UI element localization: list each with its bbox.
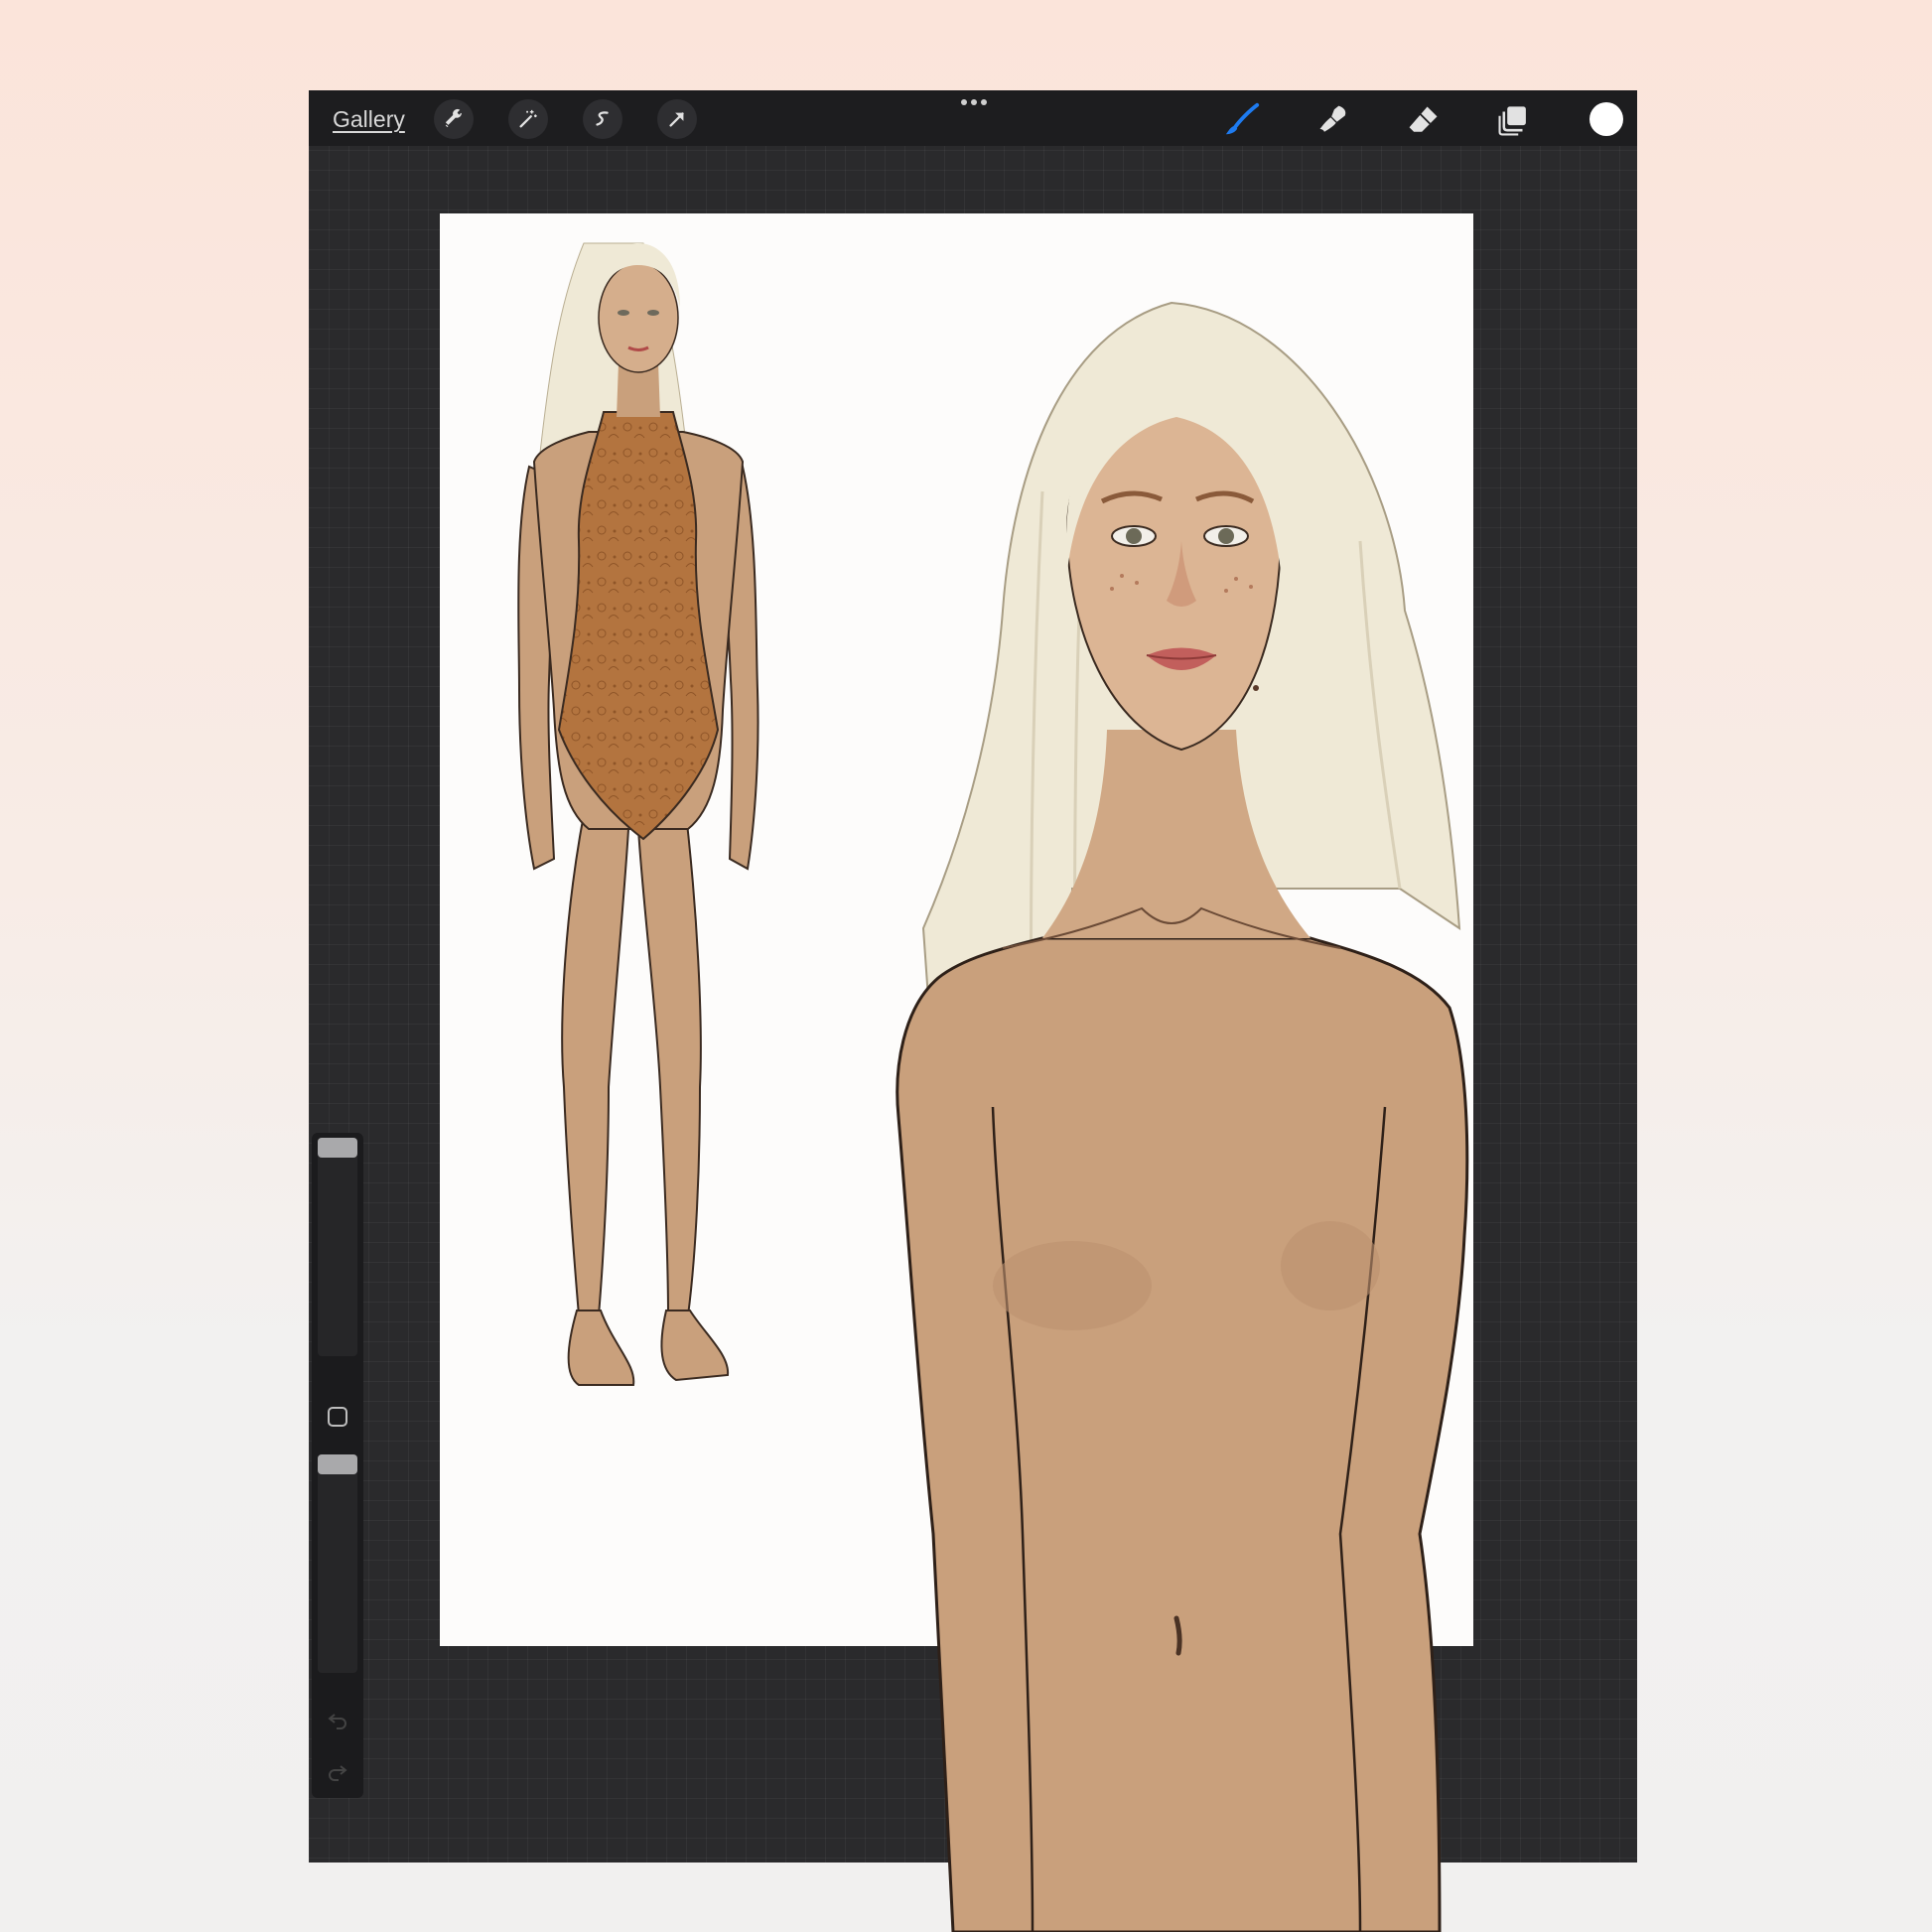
brush-size-slider[interactable] bbox=[318, 1138, 357, 1356]
gallery-button[interactable]: Gallery bbox=[333, 106, 405, 133]
wrench-icon bbox=[443, 108, 465, 130]
adjustments-button[interactable] bbox=[508, 99, 548, 139]
side-toolbar bbox=[312, 1133, 363, 1798]
actions-button[interactable] bbox=[434, 99, 474, 139]
eraser-icon bbox=[1406, 102, 1442, 138]
brush-icon bbox=[1223, 101, 1261, 139]
layers-button[interactable] bbox=[1494, 100, 1534, 140]
transform-arrow-icon bbox=[666, 108, 688, 130]
top-toolbar: Gallery bbox=[309, 90, 1637, 146]
selection-icon bbox=[592, 108, 614, 130]
more-menu-icon[interactable] bbox=[959, 99, 989, 111]
undo-icon[interactable] bbox=[326, 1709, 349, 1732]
smudge-button[interactable] bbox=[1313, 100, 1353, 140]
modify-square-icon[interactable] bbox=[328, 1407, 347, 1427]
opacity-thumb[interactable] bbox=[318, 1454, 357, 1474]
smudge-icon bbox=[1315, 102, 1351, 138]
eraser-button[interactable] bbox=[1404, 100, 1444, 140]
color-picker-button[interactable] bbox=[1589, 102, 1623, 136]
selection-button[interactable] bbox=[583, 99, 622, 139]
redo-icon[interactable] bbox=[326, 1760, 349, 1784]
opacity-slider[interactable] bbox=[318, 1454, 357, 1673]
brush-size-thumb[interactable] bbox=[318, 1138, 357, 1158]
transform-button[interactable] bbox=[657, 99, 697, 139]
closeup-figure bbox=[896, 301, 1469, 1932]
brush-button[interactable] bbox=[1222, 100, 1262, 140]
layers-icon bbox=[1497, 103, 1531, 137]
magic-wand-icon bbox=[517, 108, 539, 130]
